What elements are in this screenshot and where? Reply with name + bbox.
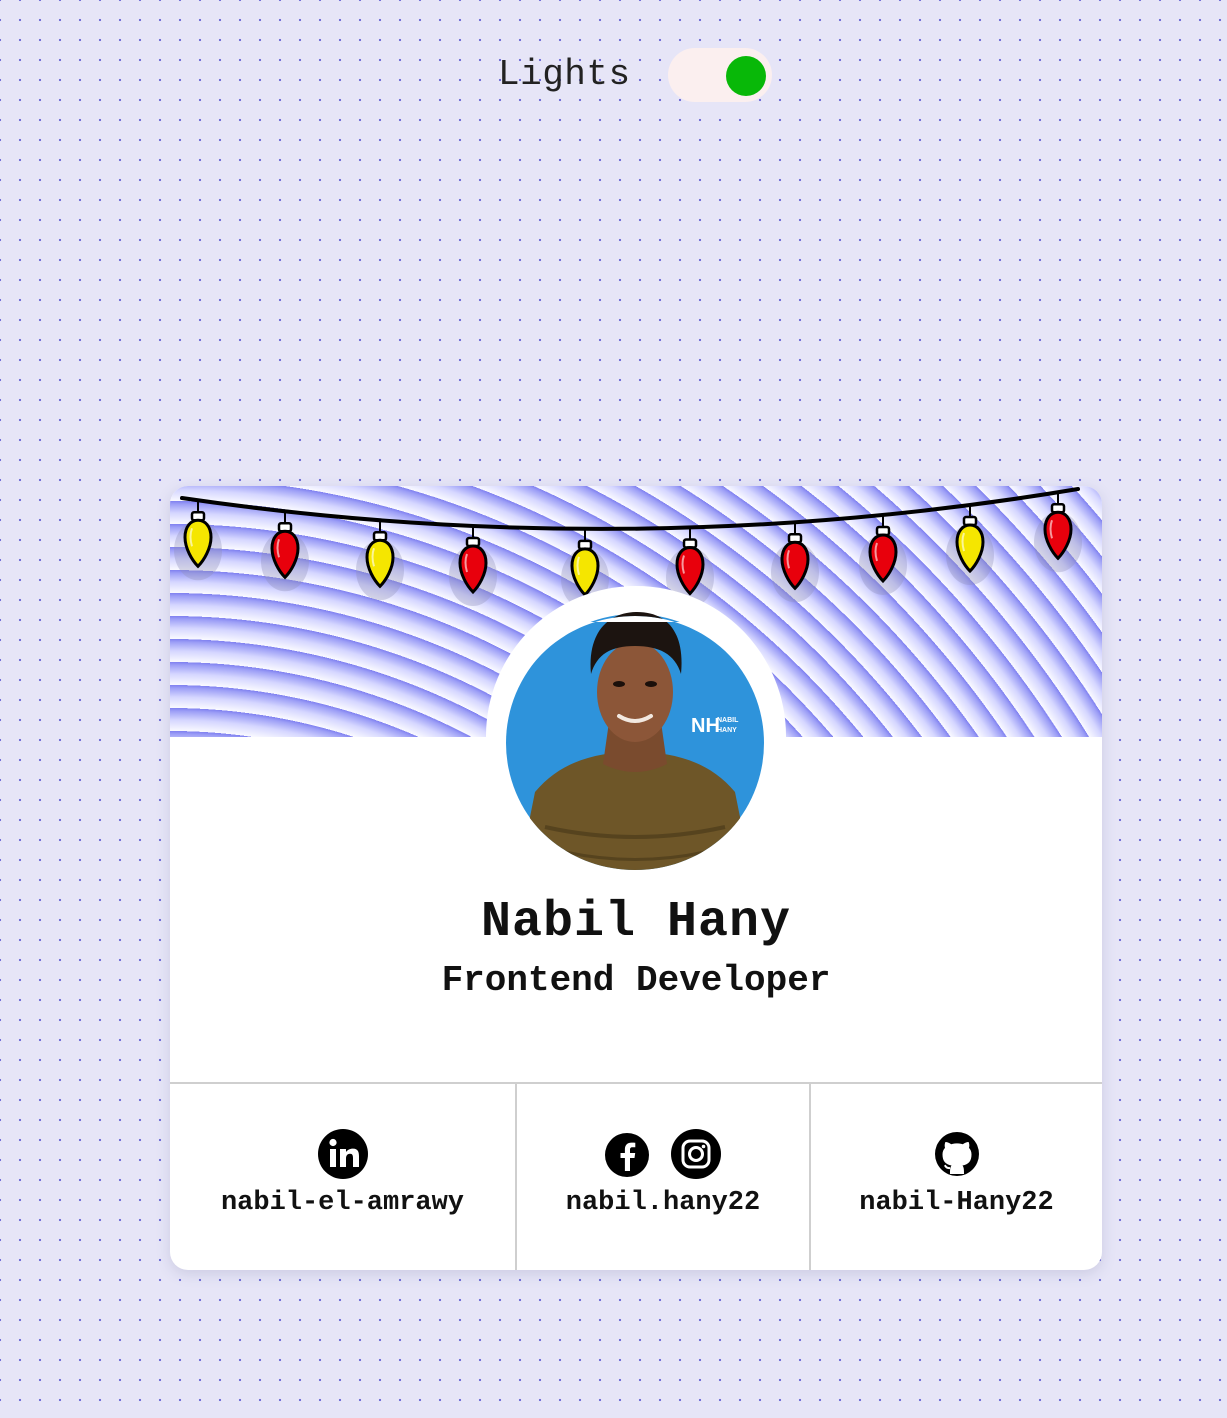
light-wire <box>180 487 1080 531</box>
linkedin-icon[interactable] <box>317 1128 369 1180</box>
profile-card: NH NABIL HANY Nabil Hany Frontend Develo… <box>170 486 1102 1270</box>
social-cell-github: nabil-Hany22 <box>809 1084 1102 1270</box>
social-cell-linkedin: nabil-el-amrawy <box>170 1084 515 1270</box>
svg-text:NABIL: NABIL <box>717 717 739 724</box>
svg-text:HANY: HANY <box>717 727 737 734</box>
github-handle[interactable]: nabil-Hany22 <box>811 1188 1102 1218</box>
lights-toggle-row: Lights <box>0 48 1227 104</box>
github-icon[interactable] <box>931 1128 983 1180</box>
profile-role: Frontend Developer <box>441 960 831 1001</box>
social-cell-facebook-instagram: nabil.hany22 <box>515 1084 809 1270</box>
facebook-instagram-handle[interactable]: nabil.hany22 <box>517 1188 809 1218</box>
facebook-icon[interactable] <box>604 1128 650 1180</box>
avatar: NH NABIL HANY <box>506 612 764 870</box>
lights-toggle-label: Lights <box>498 54 631 95</box>
svg-text:NH: NH <box>691 715 720 737</box>
linkedin-handle[interactable]: nabil-el-amrawy <box>170 1188 515 1218</box>
toggle-knob <box>726 56 766 96</box>
social-links: nabil-el-amrawy nabil.hany22 nabil-Hany2… <box>170 1082 1102 1270</box>
profile-name: Nabil Hany <box>480 894 792 951</box>
instagram-icon[interactable] <box>670 1128 722 1180</box>
lights-toggle-switch[interactable] <box>668 48 772 102</box>
